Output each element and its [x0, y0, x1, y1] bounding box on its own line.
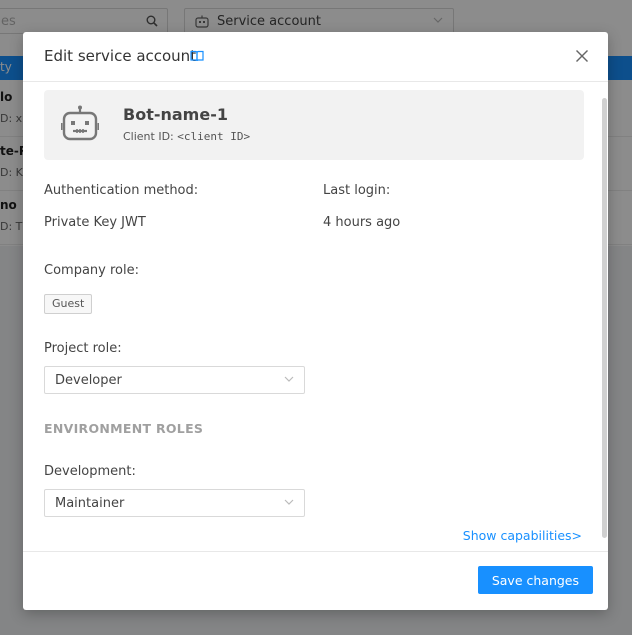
modal-body: Bot-name-1 Client ID: <client ID> Authen… — [23, 82, 608, 551]
show-capabilities-link[interactable]: Show capabilities> — [463, 528, 582, 543]
client-id: Client ID: <client ID> — [123, 130, 250, 143]
modal-footer: Save changes — [23, 551, 608, 610]
modal-title: Edit service account — [44, 47, 197, 65]
company-role-label: Company role: — [44, 263, 139, 278]
last-login-label: Last login: — [323, 183, 391, 198]
bot-info-card: Bot-name-1 Client ID: <client ID> — [44, 90, 584, 160]
edit-service-account-modal: Edit service account Bot-name-1 Client I… — [23, 32, 608, 610]
client-id-label: Client ID: — [123, 130, 174, 143]
project-role-label: Project role: — [44, 341, 122, 356]
close-icon[interactable] — [575, 49, 589, 63]
development-role-select[interactable]: Maintainer — [44, 489, 305, 517]
modal-scrollbar-thumb[interactable] — [602, 98, 607, 538]
book-icon[interactable] — [190, 50, 204, 62]
development-role-value: Maintainer — [55, 496, 125, 511]
chevron-down-icon — [284, 499, 294, 505]
environment-roles-title: ENVIRONMENT ROLES — [44, 421, 204, 436]
bot-name: Bot-name-1 — [123, 105, 228, 124]
project-role-select[interactable]: Developer — [44, 366, 305, 394]
auth-method-value: Private Key JWT — [44, 215, 146, 230]
development-label: Development: — [44, 464, 136, 479]
last-login-value: 4 hours ago — [323, 215, 401, 230]
save-changes-button[interactable]: Save changes — [477, 566, 593, 594]
bot-icon — [61, 105, 99, 141]
chevron-down-icon — [284, 376, 294, 382]
modal-header: Edit service account — [23, 32, 608, 82]
company-role-tag: Guest — [44, 294, 93, 314]
client-id-value: <client ID> — [177, 130, 251, 143]
auth-method-label: Authentication method: — [44, 183, 199, 198]
project-role-value: Developer — [55, 373, 122, 388]
